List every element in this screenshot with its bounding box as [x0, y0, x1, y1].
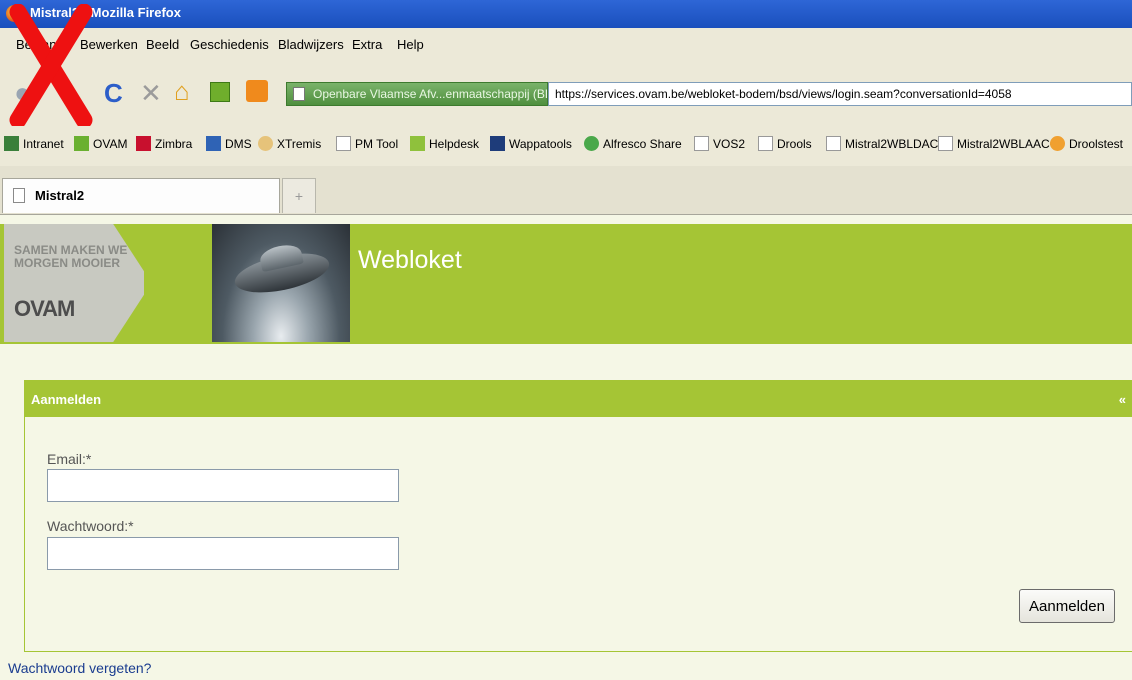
helpdesk-icon: [410, 136, 425, 151]
page-icon: [293, 87, 305, 101]
email-field[interactable]: [47, 469, 399, 502]
forgot-password-link[interactable]: Wachtwoord vergeten?: [8, 660, 151, 676]
navigation-toolbar: ● C ✕ ⌂ Openbare Vlaamse Afv...enmaatsch…: [0, 62, 1132, 122]
alfresco-icon: [584, 136, 599, 151]
menu-beeld[interactable]: Beeld: [146, 37, 179, 52]
reload-button[interactable]: C: [104, 80, 123, 106]
droolstest-icon: [1050, 136, 1065, 151]
password-label: Wachtwoord:*: [47, 518, 134, 534]
login-button[interactable]: Aanmelden: [1019, 589, 1115, 623]
ufo-image: [212, 224, 350, 342]
bookmark-zimbra[interactable]: Zimbra: [136, 136, 192, 151]
rss-feed-icon[interactable]: [246, 80, 268, 102]
login-panel: Aanmelden « Email:* Wachtwoord:* Aanmeld…: [24, 380, 1132, 652]
home-button[interactable]: ⌂: [174, 78, 190, 104]
menu-bar: Bestand Bewerken Beeld Geschiedenis Blad…: [0, 28, 1132, 62]
bookmark-drools[interactable]: Drools: [758, 136, 812, 151]
logo-text: OVAM: [14, 296, 75, 321]
menu-extra[interactable]: Extra: [352, 37, 382, 52]
intranet-icon: [4, 136, 19, 151]
bookmark-helpdesk[interactable]: Helpdesk: [410, 136, 479, 151]
menu-geschiedenis[interactable]: Geschiedenis: [190, 37, 269, 52]
login-panel-title: Aanmelden: [31, 392, 102, 407]
url-input[interactable]: https://services.ovam.be/webloket-bodem/…: [548, 82, 1132, 106]
tab-mistral2[interactable]: Mistral2: [2, 178, 280, 213]
dms-icon: [206, 136, 221, 151]
login-panel-header: Aanmelden «: [25, 381, 1132, 417]
window-title-bar: Mistral2 - Mozilla Firefox: [0, 0, 1132, 28]
bookmark-mistral2wbldacc[interactable]: Mistral2WBLDACC: [826, 136, 947, 151]
bookmark-wappatools[interactable]: Wappatools: [490, 136, 572, 151]
bookmark-intranet[interactable]: Intranet: [4, 136, 64, 151]
bookmark-alfresco-share[interactable]: Alfresco Share: [584, 136, 682, 151]
page-icon: [758, 136, 773, 151]
slogan-line-2: MORGEN MOOIER: [14, 256, 121, 270]
app-title: Webloket: [358, 246, 462, 274]
zimbra-icon: [136, 136, 151, 151]
bookmark-dms[interactable]: DMS: [206, 136, 252, 151]
page-icon: [336, 136, 351, 151]
bookmark-xtremis[interactable]: XTremis: [258, 136, 321, 151]
bookmark-droolstest[interactable]: Droolstest: [1050, 136, 1123, 151]
tab-label: Mistral2: [35, 188, 85, 203]
menu-bladwijzers[interactable]: Bladwijzers: [278, 37, 344, 52]
red-x-icon: [9, 4, 93, 126]
ovam-icon: [74, 136, 89, 151]
password-field[interactable]: [47, 537, 399, 570]
bookmarks-toolbar: Intranet OVAM Zimbra DMS XTremis PM Tool…: [0, 122, 1132, 166]
page-icon: [694, 136, 709, 151]
xtremis-icon: [258, 136, 273, 151]
bookmark-ovam[interactable]: OVAM: [74, 136, 127, 151]
bookmark-vos2[interactable]: VOS2: [694, 136, 745, 151]
stop-button[interactable]: ✕: [140, 80, 162, 106]
page-icon: [13, 188, 25, 203]
new-tab-button[interactable]: +: [282, 178, 316, 213]
add-bookmark-icon[interactable]: [210, 82, 230, 102]
menu-help[interactable]: Help: [397, 37, 424, 52]
site-identity-label: Openbare Vlaamse Afv...enmaatschappij (B…: [313, 87, 548, 101]
collapse-icon[interactable]: «: [1119, 392, 1126, 407]
wappatools-icon: [490, 136, 505, 151]
page-icon: [938, 136, 953, 151]
email-label: Email:*: [47, 451, 92, 467]
bookmark-pm-tool[interactable]: PM Tool: [336, 136, 398, 151]
page-icon: [826, 136, 841, 151]
site-identity-button[interactable]: Openbare Vlaamse Afv...enmaatschappij (B…: [286, 82, 548, 106]
bookmark-mistral2wblaacc[interactable]: Mistral2WBLAACC: [938, 136, 1058, 151]
tab-strip: Mistral2 +: [0, 166, 1132, 215]
site-banner: SAMEN MAKEN WE MORGEN MOOIER OVAM Weblok…: [0, 224, 1132, 344]
ovam-logo: SAMEN MAKEN WE MORGEN MOOIER OVAM: [4, 224, 144, 342]
